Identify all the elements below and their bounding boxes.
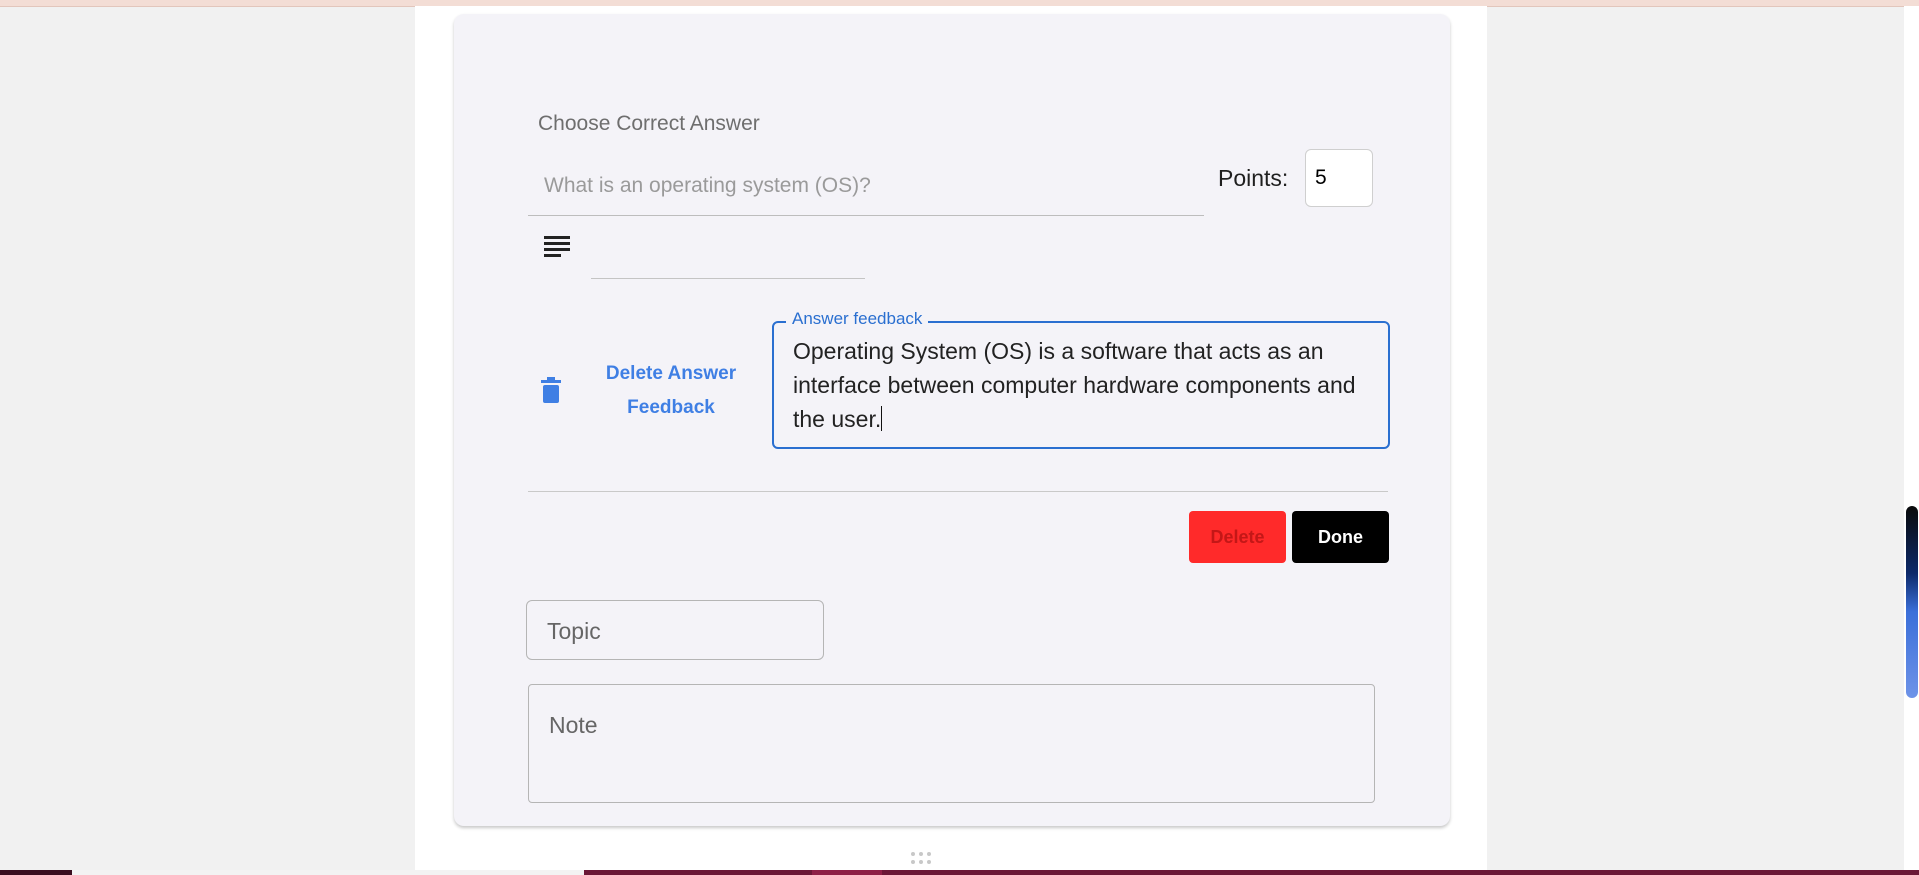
topic-input[interactable]: Topic: [526, 600, 824, 660]
delete-button[interactable]: Delete: [1189, 511, 1286, 563]
question-type-label: Choose Correct Answer: [538, 112, 760, 135]
scrollbar-thumb[interactable]: [1906, 506, 1918, 698]
taskbar-strip: [0, 870, 1919, 875]
question-text-input[interactable]: What is an operating system (OS)?: [528, 166, 1204, 216]
trash-icon[interactable]: [541, 377, 561, 403]
taskbar-segment: [812, 870, 882, 875]
question-placeholder: What is an operating system (OS)?: [544, 174, 871, 197]
topic-placeholder: Topic: [547, 618, 601, 644]
answer-feedback-text[interactable]: Operating System (OS) is a software that…: [793, 334, 1378, 436]
note-placeholder: Note: [549, 712, 598, 738]
answer-input-underline[interactable]: [591, 278, 865, 279]
section-divider: [528, 491, 1388, 492]
done-button[interactable]: Done: [1292, 511, 1389, 563]
taskbar-segment: [0, 870, 72, 875]
points-value: 5: [1315, 166, 1327, 189]
scrollbar-track[interactable]: [1904, 6, 1919, 870]
answer-feedback-legend: Answer feedback: [786, 309, 929, 329]
text-cursor: [881, 406, 883, 431]
note-input[interactable]: Note: [528, 684, 1375, 803]
delete-answer-feedback-link[interactable]: Delete Answer Feedback: [590, 357, 752, 425]
answer-feedback-value: Operating System (OS) is a software that…: [793, 338, 1356, 432]
points-input[interactable]: 5: [1305, 149, 1373, 207]
drag-handle-icon[interactable]: [909, 851, 933, 865]
text-format-icon[interactable]: [544, 234, 570, 258]
taskbar-segment: [72, 870, 584, 875]
points-label: Points:: [1218, 165, 1289, 191]
